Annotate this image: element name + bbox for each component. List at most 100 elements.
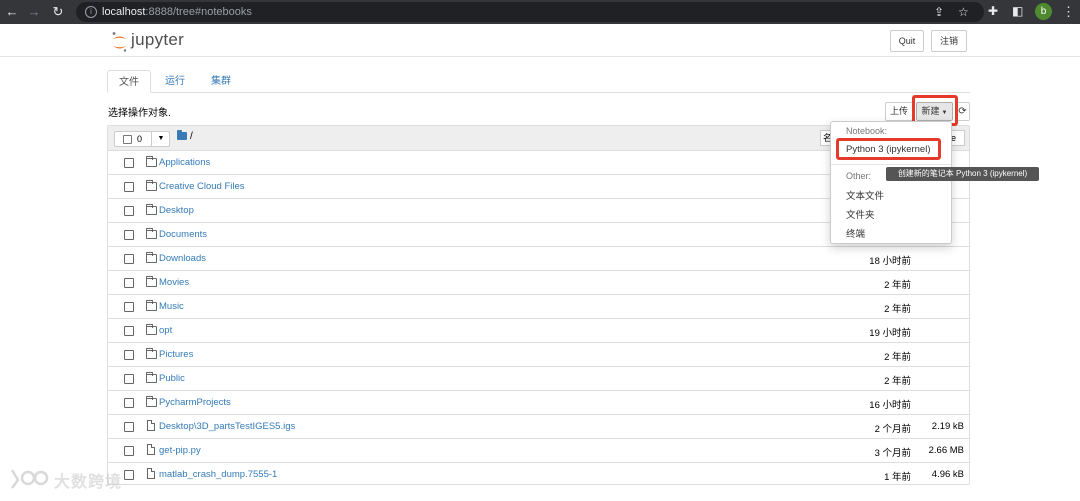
item-name-link[interactable]: opt	[159, 325, 172, 336]
upload-button[interactable]: 上传	[885, 102, 913, 121]
item-name-link[interactable]: get-pip.py	[159, 445, 201, 456]
jupyter-logo-icon	[112, 32, 127, 52]
notebook-header: Notebook:	[846, 126, 888, 136]
row-checkbox[interactable]	[124, 278, 134, 288]
forward-icon[interactable]: →	[26, 4, 42, 20]
browser-menu-icon[interactable]: ⋮	[1062, 4, 1075, 20]
row-checkbox[interactable]	[124, 326, 134, 336]
extensions-icon[interactable]: ✚	[988, 4, 998, 18]
file-icon	[147, 468, 155, 479]
tab-files[interactable]: 文件	[107, 70, 151, 93]
folder-icon	[146, 156, 157, 167]
item-modified: 16 小时前	[869, 400, 911, 411]
row-checkbox[interactable]	[124, 206, 134, 216]
address-url[interactable]: localhost:8888/tree#notebooks	[102, 6, 252, 18]
row-checkbox[interactable]	[124, 230, 134, 240]
new-text-file[interactable]: 文本文件	[846, 188, 884, 202]
select-all-checkbox[interactable]	[123, 135, 132, 144]
row-checkbox[interactable]	[124, 446, 134, 456]
table-row[interactable]: Movies 2 年前	[108, 271, 969, 295]
sort-by-size-button[interactable]: e	[951, 130, 965, 146]
table-row[interactable]: PycharmProjects 16 小时前	[108, 391, 969, 415]
quit-button[interactable]: Quit	[890, 30, 924, 52]
bookmark-star-icon[interactable]: ☆	[958, 5, 969, 19]
folder-icon	[146, 348, 157, 359]
file-icon	[147, 444, 155, 455]
folder-icon	[146, 276, 157, 287]
selected-count: 0	[137, 134, 143, 144]
table-row[interactable]: matlab_crash_dump.7555-1 1 年前 4.96 kB	[108, 463, 969, 487]
item-name-link[interactable]: Movies	[159, 277, 189, 288]
breadcrumb-root[interactable]: /	[190, 131, 193, 142]
folder-icon[interactable]	[177, 130, 187, 140]
item-modified: 3 个月前	[874, 448, 911, 459]
main-tabs: 文件 运行 集群	[107, 70, 970, 93]
tab-clusters[interactable]: 集群	[199, 70, 243, 93]
browser-toolbar: ← → ↻ i localhost:8888/tree#notebooks ⇪ …	[0, 0, 1080, 24]
address-bar[interactable]: i localhost:8888/tree#notebooks ⇪ ☆	[76, 2, 984, 22]
watermark-icon	[10, 469, 49, 489]
item-modified: 19 小时前	[869, 328, 911, 339]
row-checkbox[interactable]	[124, 158, 134, 168]
table-row[interactable]: opt 19 小时前	[108, 319, 969, 343]
side-panel-icon[interactable]: ◧	[1012, 4, 1023, 18]
item-modified: 18 小时前	[869, 256, 911, 267]
jupyter-logo[interactable]: jupyter	[110, 30, 194, 53]
item-size: 4.96 kB	[931, 469, 964, 480]
folder-icon	[146, 372, 157, 383]
watermark-text: 大数跨境	[54, 474, 123, 491]
item-modified: 2 年前	[884, 376, 911, 387]
menu-divider	[831, 164, 951, 165]
logout-button[interactable]: 注销	[931, 30, 967, 52]
row-checkbox[interactable]	[124, 254, 134, 264]
row-checkbox[interactable]	[124, 398, 134, 408]
item-modified: 2 年前	[884, 304, 911, 315]
select-all-control[interactable]: 0 ▼	[114, 131, 170, 147]
row-checkbox[interactable]	[124, 374, 134, 384]
reload-icon[interactable]: ↻	[50, 4, 66, 20]
table-row[interactable]: Public 2 年前	[108, 367, 969, 391]
folder-icon	[146, 300, 157, 311]
item-modified: 2 年前	[884, 280, 911, 291]
table-row[interactable]: Desktop\3D_partsTestIGES5.igs 2 个月前 2.19 k…	[108, 415, 969, 439]
item-name-link[interactable]: Pictures	[159, 349, 193, 360]
item-modified: 2 个月前	[874, 424, 911, 435]
item-size: 2.19 kB	[931, 421, 964, 432]
new-folder[interactable]: 文件夹	[846, 207, 875, 221]
row-checkbox[interactable]	[124, 422, 134, 432]
highlight-python-kernel	[836, 138, 941, 160]
item-modified: 1 年前	[884, 472, 911, 483]
new-terminal[interactable]: 终端	[846, 226, 865, 240]
item-name-link[interactable]: matlab_crash_dump.7555-1	[159, 469, 277, 480]
folder-icon	[146, 204, 157, 215]
item-name-link[interactable]: Downloads	[159, 253, 206, 264]
table-row[interactable]: Music 2 年前	[108, 295, 969, 319]
item-name-link[interactable]: Music	[159, 301, 184, 312]
folder-icon	[146, 228, 157, 239]
site-info-icon[interactable]: i	[85, 6, 97, 18]
item-name-link[interactable]: Applications	[159, 157, 210, 168]
table-row[interactable]: Downloads 18 小时前	[108, 247, 969, 271]
row-checkbox[interactable]	[124, 350, 134, 360]
other-header: Other:	[846, 171, 872, 181]
selection-dropdown-icon[interactable]: ▼	[151, 131, 170, 147]
item-name-link[interactable]: PycharmProjects	[159, 397, 231, 408]
back-icon[interactable]: ←	[4, 4, 20, 20]
table-row[interactable]: get-pip.py 3 个月前 2.66 MB	[108, 439, 969, 463]
row-checkbox[interactable]	[124, 302, 134, 312]
item-name-link[interactable]: Creative Cloud Files	[159, 181, 245, 192]
new-notebook-tooltip: 创建新的笔记本 Python 3 (ipykernel)	[886, 167, 1039, 181]
item-name-link[interactable]: Desktop\3D_partsTestIGES5.igs	[159, 421, 295, 432]
tab-running[interactable]: 运行	[153, 70, 197, 93]
item-name-link[interactable]: Desktop	[159, 205, 194, 216]
folder-icon	[146, 396, 157, 407]
row-checkbox[interactable]	[124, 182, 134, 192]
file-icon	[147, 420, 155, 431]
item-modified: 2 年前	[884, 352, 911, 363]
folder-icon	[146, 324, 157, 335]
profile-avatar[interactable]: b	[1035, 3, 1052, 20]
item-name-link[interactable]: Public	[159, 373, 185, 384]
share-icon[interactable]: ⇪	[934, 5, 944, 19]
table-row[interactable]: Pictures 2 年前	[108, 343, 969, 367]
item-name-link[interactable]: Documents	[159, 229, 207, 240]
